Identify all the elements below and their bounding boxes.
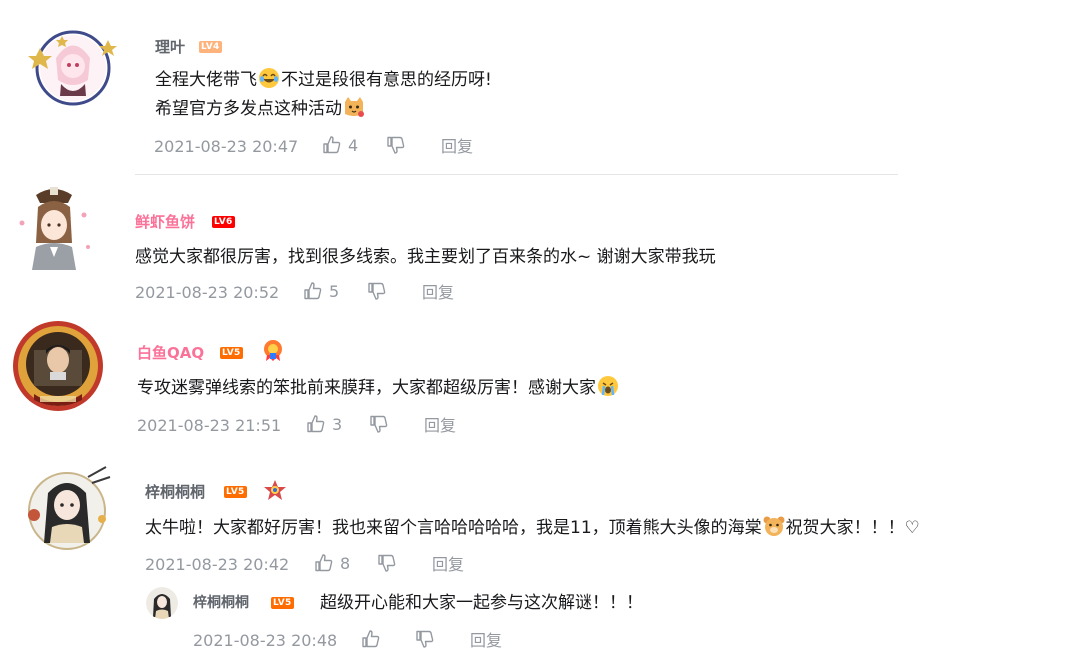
comment-text: 太牛啦！大家都好厉害！我也来留个言哈哈哈哈哈，我是11，顶着熊大头像的海棠 祝贺大… (145, 513, 920, 543)
level-badge: LV6 (212, 216, 235, 228)
reply-button[interactable]: 回复 (441, 137, 473, 157)
like-count: 4 (348, 135, 359, 155)
level-badge: LV5 (220, 347, 243, 359)
level-badge: LV5 (224, 486, 247, 498)
level-badge: LV4 (199, 41, 222, 53)
thumbs-up-icon (323, 136, 341, 154)
timestamp: 2021-08-23 21:51 (137, 416, 282, 435)
comment-item: 白鱼QAQ LV5 专攻迷雾弹线索的笨批前来膜拜，大家都超级厉害！感谢大家 20… (0, 315, 1080, 450)
crying-emoji-icon (598, 376, 618, 396)
username[interactable]: 鲜虾鱼饼 (135, 212, 195, 232)
avatar[interactable] (12, 320, 104, 412)
thumbs-down-icon (368, 282, 386, 300)
comment-item: 梓桐桐桐 LV5 太牛啦！大家都好厉害！我也来留个言哈哈哈哈哈，我是11，顶着熊… (0, 455, 1080, 661)
comment-text: 专攻迷雾弹线索的笨批前来膜拜，大家都超级厉害！感谢大家 (137, 373, 620, 403)
like-button[interactable]: 8 (314, 553, 350, 573)
fan-medal-icon (264, 480, 286, 500)
timestamp: 2021-08-23 20:47 (154, 137, 299, 156)
like-button[interactable]: 5 (303, 281, 339, 301)
thumbs-down-icon (387, 136, 405, 154)
dislike-button[interactable] (386, 135, 406, 155)
thumbs-down-icon (416, 630, 434, 648)
comment-text-part: 祝贺大家！！！♡ (785, 518, 920, 538)
dislike-button[interactable] (369, 414, 389, 434)
reply-button[interactable]: 回复 (422, 283, 454, 303)
dislike-button[interactable] (367, 281, 387, 301)
bear-emoji-icon (763, 516, 785, 536)
fan-medal-icon (264, 340, 282, 361)
timestamp: 2021-08-23 20:52 (135, 283, 280, 302)
reply-text: 超级开心能和大家一起参与这次解谜！！！ (320, 593, 643, 613)
thumbs-up-icon (307, 415, 325, 433)
comment-text-part: 专攻迷雾弹线索的笨批前来膜拜，大家都超级厉害！感谢大家 (137, 378, 596, 398)
thumbs-down-icon (370, 415, 388, 433)
comment-text: 全程大佬带飞 不过是段很有意思的经历呀! (155, 65, 492, 95)
like-button[interactable]: 3 (306, 414, 342, 434)
dislike-button[interactable] (377, 553, 397, 573)
reply-timestamp: 2021-08-23 20:48 (193, 631, 338, 650)
avatar[interactable] (14, 185, 94, 275)
like-button[interactable] (361, 629, 381, 649)
dislike-button[interactable] (415, 629, 435, 649)
comment-text-part: 希望官方多发点这种活动 (155, 99, 342, 119)
username[interactable]: 白鱼QAQ (137, 343, 204, 363)
like-count: 8 (340, 553, 351, 573)
comment-item: 鲜虾鱼饼 LV6 感觉大家都很厉害，找到很多线索。我主要划了百来条的水~ 谢谢大… (0, 175, 1080, 310)
timestamp: 2021-08-23 20:42 (145, 555, 290, 574)
comment-text: 感觉大家都很厉害，找到很多线索。我主要划了百来条的水~ 谢谢大家带我玩 (135, 247, 716, 267)
level-badge: LV5 (271, 597, 294, 609)
thumbs-up-icon (315, 554, 333, 572)
comment-item: 理叶 LV4 全程大佬带飞 不过是段很有意思的经历呀! 希望官方多发点这种活动 2… (0, 0, 1080, 175)
comment-text-part: 太牛啦！大家都好厉害！我也来留个言哈哈哈哈哈，我是11，顶着熊大头像的海棠 (145, 518, 762, 538)
comment-text-part: 全程大佬带飞 (155, 70, 257, 90)
reply-item: 梓桐桐桐 LV5 超级开心能和大家一起参与这次解谜！！！ 2021-08-23 … (0, 583, 1080, 661)
reply-button[interactable]: 回复 (424, 416, 456, 436)
reply-avatar[interactable] (146, 587, 178, 619)
username[interactable]: 梓桐桐桐 (145, 482, 205, 502)
reply-username[interactable]: 梓桐桐桐 (193, 593, 249, 613)
thumbs-down-icon (378, 554, 396, 572)
like-count: 3 (332, 414, 343, 434)
like-button[interactable]: 4 (322, 135, 358, 155)
reply-button[interactable]: 回复 (432, 555, 464, 575)
thumbs-up-icon (362, 630, 380, 648)
reply-button[interactable]: 回复 (470, 631, 502, 651)
laughing-cry-emoji-icon (259, 68, 279, 88)
cat-emoji-icon (345, 97, 364, 117)
avatar[interactable] (22, 463, 112, 553)
username[interactable]: 理叶 (155, 37, 185, 57)
comment-text-part: 不过是段很有意思的经历呀! (281, 70, 492, 90)
thumbs-up-icon (304, 282, 322, 300)
avatar[interactable] (26, 18, 121, 113)
like-count: 5 (329, 281, 340, 301)
comment-text-line2: 希望官方多发点这种活动 (155, 94, 366, 124)
